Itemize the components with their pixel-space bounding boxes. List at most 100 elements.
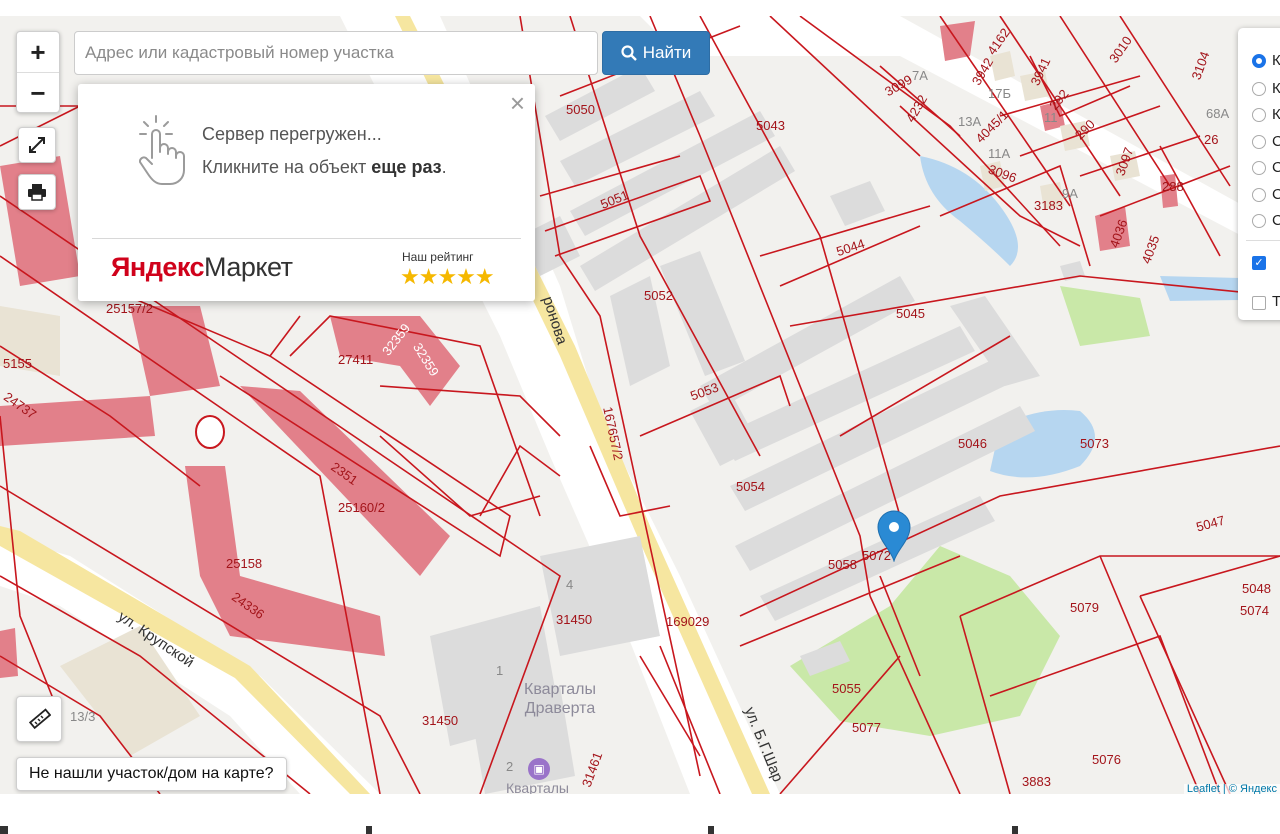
parcel-label[interactable]: 3941 (1028, 55, 1054, 88)
layer-label: С (1272, 186, 1280, 203)
parcel-label[interactable]: 68А (1206, 106, 1229, 121)
layer-label: К (1272, 106, 1280, 123)
parcel-label[interactable]: 292 (1046, 86, 1071, 112)
parcel-label[interactable]: 5055 (832, 681, 861, 696)
parcel-label[interactable]: 290 (1072, 117, 1098, 143)
parcel-label: 13/3 (70, 709, 96, 724)
parcel-label[interactable]: 3010 (1106, 33, 1135, 65)
layer-radio[interactable] (1252, 188, 1266, 202)
layer-radio[interactable] (1252, 135, 1266, 149)
rating-stars-icon[interactable]: ★★★★★ (400, 264, 495, 290)
layer-label: С (1272, 159, 1280, 176)
parcel-label[interactable]: 7А (912, 68, 928, 83)
parcel-label[interactable]: 13А (958, 114, 981, 129)
popup-text-end: . (441, 157, 447, 177)
parcel-label[interactable]: 5054 (736, 479, 765, 494)
parcel-label[interactable]: 5155 (3, 356, 32, 371)
parcel-label[interactable]: 31450 (422, 713, 458, 728)
parcel-label[interactable]: 27411 (338, 352, 373, 367)
layer-divider (1246, 240, 1280, 241)
parcel-label[interactable]: 24737 (1, 389, 39, 422)
layer-radio[interactable] (1252, 108, 1266, 122)
parcel-label[interactable]: 3097 (1112, 145, 1136, 177)
measure-button[interactable] (16, 696, 62, 742)
layer-checkbox[interactable]: ✓ (1252, 256, 1266, 270)
parcel-label[interactable]: 5053 (688, 380, 720, 404)
parcel-label[interactable]: 5047 (1195, 513, 1227, 535)
parcel-label[interactable]: 3183 (1034, 198, 1063, 213)
parcel-label[interactable]: 5044 (834, 236, 866, 259)
parcel-label[interactable]: 3099 (882, 72, 915, 99)
parcel-label[interactable]: 5052 (644, 288, 673, 303)
parcel-label[interactable]: 3104 (1188, 49, 1212, 81)
parcel-label[interactable]: 167657/2 (600, 405, 626, 461)
parcel-label[interactable]: 4035 (1138, 233, 1162, 265)
fullscreen-button[interactable] (18, 127, 56, 163)
popup-emphasis: еще раз (371, 157, 442, 177)
parcel-label[interactable]: 3096 (986, 162, 1018, 186)
parcel-label[interactable]: 5077 (852, 720, 881, 735)
poi-label-2: Кварталы (506, 780, 569, 794)
parcel-label[interactable]: 4232 (903, 92, 930, 125)
parcel-label[interactable]: 11А (988, 146, 1010, 161)
print-button[interactable] (18, 174, 56, 210)
parcel-label[interactable]: 3942 (969, 55, 996, 88)
parcel-label[interactable]: 5046 (958, 436, 987, 451)
parcel-label: 4 (566, 577, 574, 592)
yandex-market-logo[interactable]: ЯндексМаркет (111, 252, 293, 283)
parcel-label[interactable]: 5073 (1080, 436, 1109, 451)
parcel-label[interactable]: 5045 (896, 306, 925, 321)
search-input[interactable] (74, 31, 598, 75)
layer-checkbox[interactable] (1252, 296, 1266, 310)
layer-label: С (1272, 212, 1280, 229)
location-marker-icon[interactable] (877, 510, 911, 562)
parcel-label[interactable]: 5079 (1070, 600, 1099, 615)
layer-radio[interactable] (1252, 214, 1266, 228)
parcel-label[interactable]: 5050 (566, 102, 595, 117)
parcel-label[interactable]: 2351 (328, 459, 360, 488)
layer-radio[interactable] (1252, 54, 1266, 68)
server-busy-popup: × Сервер перегружен... Кликните на объек… (78, 84, 535, 301)
parcel-label[interactable]: 5043 (756, 118, 785, 133)
layer-radio[interactable] (1252, 82, 1266, 96)
poi-icon[interactable]: ▣ (528, 758, 550, 780)
map-view[interactable]: 5050 5043 5051 5044 5052 5045 5053 5046 … (0, 16, 1280, 794)
layer-radio[interactable] (1252, 161, 1266, 175)
parcel-label[interactable]: 4162 (984, 25, 1013, 57)
parcel-label: 2 (506, 759, 514, 774)
parcel-label[interactable]: 26 (1204, 132, 1218, 147)
parcel-label[interactable]: 169029 (666, 614, 709, 629)
poi-label[interactable]: Кварталы Драверта (519, 680, 601, 718)
parcel-label[interactable]: 25158 (226, 556, 262, 571)
parcel-label[interactable]: 25160/2 (338, 500, 385, 515)
parcel-label[interactable]: 3883 (1022, 774, 1051, 789)
parcel-label[interactable]: 31461 (579, 750, 605, 789)
parcel-label[interactable]: 31450 (556, 612, 592, 627)
expand-icon (29, 137, 45, 153)
parcel-label[interactable]: 5074 (1240, 603, 1269, 618)
search-icon (621, 45, 637, 61)
parcel-label[interactable]: 288 (1162, 179, 1184, 194)
parcel-label[interactable]: 5076 (1092, 752, 1121, 767)
find-button[interactable]: Найти (602, 31, 710, 75)
printer-icon (28, 184, 46, 201)
parcel-label[interactable]: 11 (1044, 110, 1058, 125)
parcel-label[interactable]: 4036 (1106, 217, 1130, 249)
close-icon[interactable]: × (510, 88, 525, 119)
parcel-label[interactable]: 24336 (229, 589, 267, 622)
parcel-label[interactable]: 5051 (598, 187, 630, 212)
parcel-label[interactable]: 32359 (379, 321, 413, 359)
parcel-label[interactable]: 17Б (988, 86, 1011, 101)
zoom-in-button[interactable]: + (17, 32, 59, 73)
parcel-label[interactable]: 5048 (1242, 581, 1271, 596)
zoom-out-button[interactable]: − (17, 73, 59, 113)
parcel-label[interactable]: 9А (1062, 186, 1078, 201)
poi-name: Кварталы Драверта (524, 681, 596, 717)
not-found-button[interactable]: Не нашли участок/дом на карте? (16, 757, 287, 791)
parcel-label[interactable]: 25157/2 (106, 301, 153, 316)
logo-part-yandex: Яндекс (111, 252, 205, 282)
parcel-label[interactable]: 32359 (410, 340, 442, 379)
parcel-label[interactable]: 5058 (828, 557, 857, 572)
map-attribution[interactable]: Leaflet | © Яндекс (1183, 784, 1280, 794)
popup-text: Кликните на объект (202, 157, 372, 177)
